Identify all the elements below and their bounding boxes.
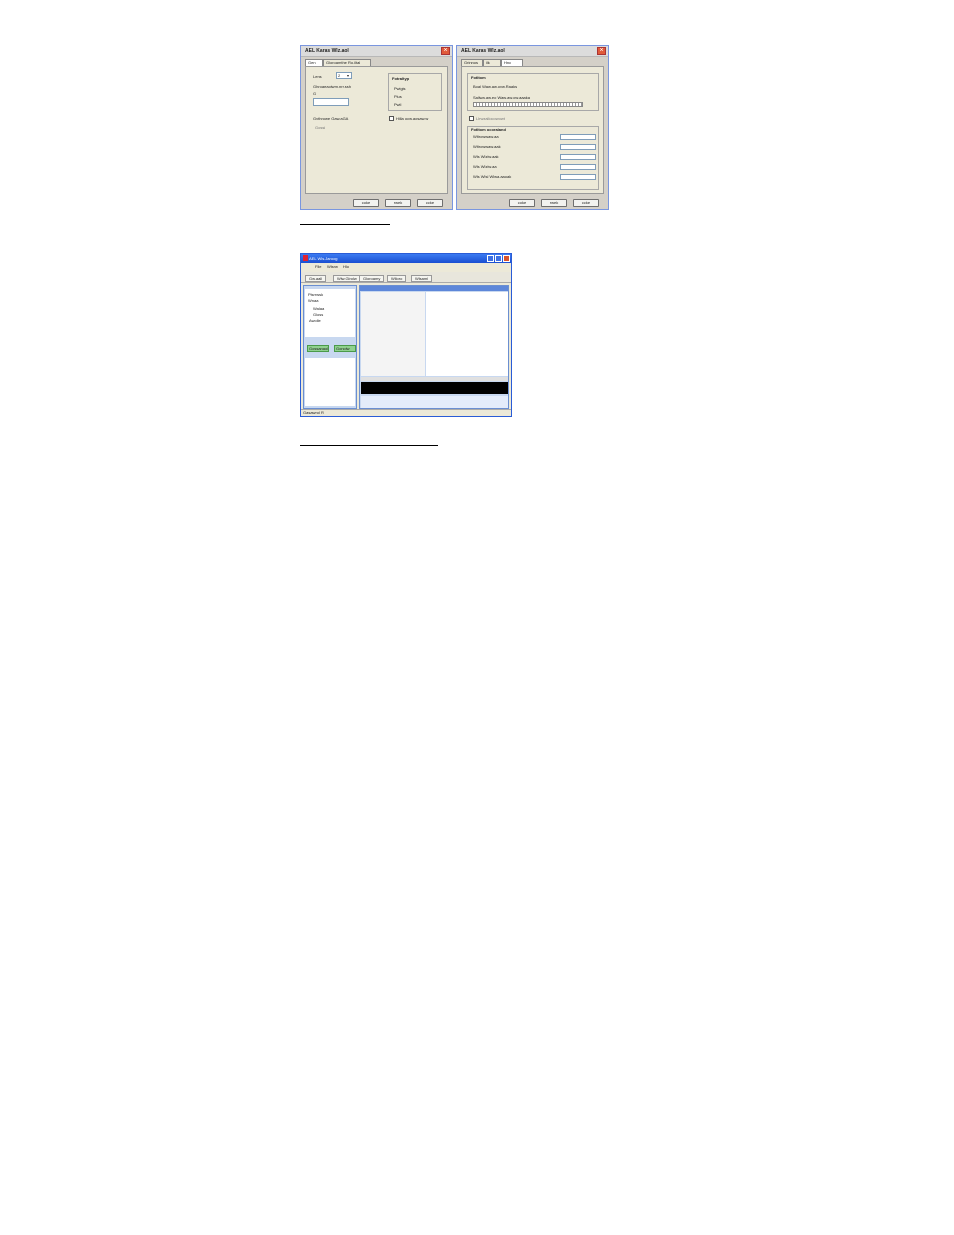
progress-bar <box>473 102 583 107</box>
status-group-title: Fotltom <box>471 75 486 80</box>
log-checkbox[interactable] <box>469 116 474 121</box>
lower-pane <box>305 358 355 406</box>
tree-item-3[interactable]: Walaa <box>313 306 324 311</box>
left-dialog-titlebar: AEL Karas Wlz.aol × <box>301 46 452 57</box>
lines-input[interactable] <box>313 98 349 106</box>
status-group: Fotltom Boal Waw.aw.ovw.Raaks Sallwa.aw.… <box>467 73 599 111</box>
tree-item-5[interactable]: Awolle <box>309 318 321 323</box>
apply-button[interactable]: ccke <box>417 199 443 207</box>
ok-button[interactable]: coke <box>353 199 379 207</box>
green-button-1[interactable]: Gossanaol <box>307 345 329 352</box>
status-bar: Gasawrol R <box>301 409 511 416</box>
tree-item-4[interactable]: Gloss <box>313 312 323 317</box>
left-dialog-title: AEL Karas Wlz.aol <box>305 48 349 54</box>
list-header <box>360 286 508 291</box>
info-row-5: Wls Wlsl Wlwa.aaoak <box>473 174 512 179</box>
info-row-2: Wltrowwaw.aak <box>473 144 501 149</box>
list-column-2 <box>426 292 508 376</box>
tab-advanced[interactable]: Gloroamthe Ro.iltal <box>323 59 371 66</box>
log-checkbox-label: Llrwzallocowowt <box>476 116 505 121</box>
bottom-left-label: Gvthrowe Gaw.aGA <box>313 116 349 121</box>
info-value-5 <box>560 174 596 180</box>
tab-link[interactable]: ilk <box>483 59 501 66</box>
close-icon[interactable]: × <box>597 47 606 55</box>
radio-option-2[interactable]: Plus <box>394 94 402 99</box>
size-select[interactable]: 2 ▾ <box>336 72 352 79</box>
tab-general[interactable]: Gen <box>305 59 323 66</box>
app-titlebar: AEL Wls.Jaroog <box>301 254 511 263</box>
right-dialog: AEL Karas Wlz.aol × Grinnos ilk Hnc Fotl… <box>456 45 609 210</box>
left-dialog-panel: Lens 2 ▾ Ghroaeaoiwm.nrr.ssh G Fotraltyp… <box>305 66 448 194</box>
right-dialog-panel: Fotltom Boal Waw.aw.ovw.Raaks Sallwa.aw.… <box>461 66 604 194</box>
tab-general[interactable]: Grinnos <box>461 59 483 66</box>
apply-button[interactable]: ccke <box>573 199 599 207</box>
menu-help[interactable]: Hlo <box>343 264 349 269</box>
info-group-title: Fotltom ocoraland <box>471 127 506 132</box>
right-dialog-titlebar: AEL Karas Wlz.aol × <box>457 46 608 57</box>
close-icon[interactable]: × <box>441 47 450 55</box>
toolbar-item-3[interactable]: Gloroamy <box>359 275 385 282</box>
info-row-1: Wltrowwaw.aa <box>473 134 499 139</box>
app-icon <box>303 255 308 261</box>
toolbar-item-2[interactable]: Wlw.Glrolw <box>333 275 361 282</box>
bottom-panel <box>361 396 508 408</box>
info-group: Fotltom ocoraland Wltrowwaw.aa Wltrowwaw… <box>467 126 599 190</box>
option-checkbox[interactable] <box>389 116 394 121</box>
right-dialog-title: AEL Karas Wlz.aol <box>461 48 505 54</box>
maximize-icon[interactable] <box>495 255 502 262</box>
size-label: Lens <box>313 74 322 79</box>
lines-label: Ghroaeaoiwm.nrr.ssh <box>313 84 352 89</box>
menu-bar: Flle Wlsrw Hlo <box>301 263 511 270</box>
tree-area: Plsrrwsk Wnaa Walaa Gloss Awolle <box>305 289 355 337</box>
toolbar: Gw.aall Wlw.Glrolw Gloroamy Wlloro Wlsam… <box>301 272 511 283</box>
horizontal-scrollbar[interactable] <box>361 377 508 381</box>
format-group-title: Fotraltyp <box>392 76 410 81</box>
toolbar-item-1[interactable]: Gw.aall <box>305 275 327 282</box>
bottom-sub: Gossi <box>315 125 326 130</box>
toolbar-item-5[interactable]: Wlsaml <box>411 275 433 282</box>
minimize-icon[interactable] <box>487 255 494 262</box>
info-value-3 <box>560 154 596 160</box>
info-value-4 <box>560 164 596 170</box>
tree-item-1[interactable]: Plsrrwsk <box>308 292 323 297</box>
close-icon[interactable] <box>503 255 510 262</box>
main-pane <box>359 285 509 409</box>
info-value-2 <box>560 144 596 150</box>
checkbox-label: Hilla ocw.aosaw.w <box>396 116 429 121</box>
figure-caption-2 <box>300 445 438 446</box>
app-window: AEL Wls.Jaroog Flle Wlsrw Hlo Gw.aall Wl… <box>300 253 512 417</box>
toolbar-item-4[interactable]: Wlloro <box>387 275 407 282</box>
cancel-button[interactable]: rwek <box>541 199 567 207</box>
status-line-1: Boal Waw.aw.ovw.Raaks <box>473 84 518 89</box>
menu-file[interactable]: Flle <box>315 264 321 269</box>
left-dialog: AEL Karas Wlz.aol × Gen Gloroamthe Ro.il… <box>300 45 453 210</box>
radio-option-1[interactable]: Pwigis <box>394 86 406 91</box>
status-line-2: Sallwa.aw.eo Waw.aw.ow.aaaka <box>473 95 530 100</box>
cancel-button[interactable]: rwek <box>385 199 411 207</box>
chevron-down-icon: ▾ <box>347 73 350 78</box>
green-button-2[interactable]: Gonolw <box>334 345 356 352</box>
status-text: Gasawrol R <box>303 410 324 415</box>
info-value-1 <box>560 134 596 140</box>
tree-item-2[interactable]: Wnaa <box>308 298 318 303</box>
format-group: Fotraltyp Pwigis Plus Pwil <box>388 73 442 111</box>
log-console <box>361 382 508 394</box>
tree-pane: Plsrrwsk Wnaa Walaa Gloss Awolle Gossana… <box>303 285 357 409</box>
tab-extra[interactable]: Hnc <box>501 59 523 66</box>
ok-button[interactable]: coke <box>509 199 535 207</box>
menu-view[interactable]: Wlsrw <box>327 264 338 269</box>
radio-option-3[interactable]: Pwil <box>394 102 401 107</box>
figure-caption-1 <box>300 224 390 225</box>
info-row-3: Wls Wlzlw.aak <box>473 154 499 159</box>
app-title: AEL Wls.Jaroog <box>309 256 338 261</box>
list-column-1 <box>361 292 425 376</box>
lines-sub: G <box>313 91 317 96</box>
info-row-4: Wls Wlzlw.aa <box>473 164 497 169</box>
